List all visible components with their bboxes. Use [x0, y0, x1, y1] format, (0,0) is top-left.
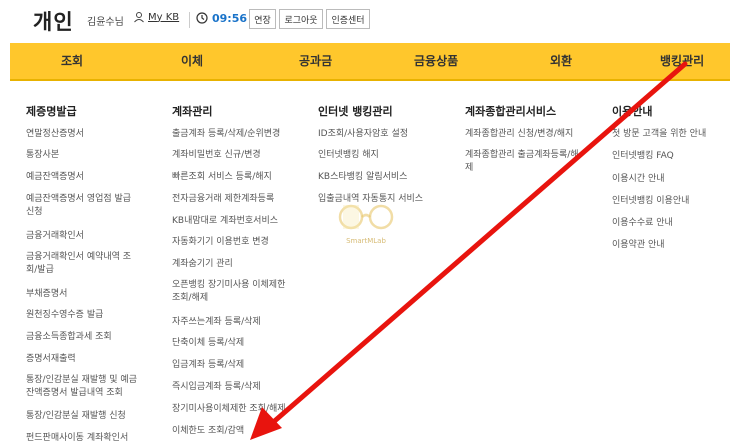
annotation-arrow: [250, 61, 688, 440]
